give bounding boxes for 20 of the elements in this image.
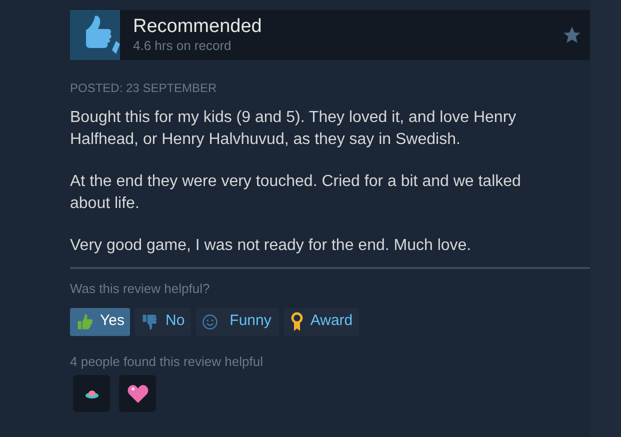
smiley-icon (202, 314, 218, 330)
review-paragraph: At the end they were very touched. Cried for a bit and we talked about life. (70, 172, 522, 214)
review-verdict: Recommended (133, 16, 263, 38)
review-paragraph: Bought this for my kids (9 and 5). They loved it, and love Henry Halfhead, or Henry Halvhuvud, as they say in Swedish. (70, 108, 518, 150)
saucer-award-icon (84, 388, 98, 398)
funny-button[interactable]: Funny (196, 308, 280, 336)
heart-award-icon (126, 384, 148, 404)
review-paragraph: Very good game, I was not ready for the end. Much love. (70, 236, 472, 256)
no-button[interactable]: No (135, 308, 191, 336)
award-button[interactable]: Award (284, 308, 359, 336)
thumbs-down-icon (141, 312, 160, 330)
hours-on-record: 4.6 hrs on record (133, 38, 232, 54)
thumbs-up-icon (76, 312, 94, 330)
posted-date: POSTED: 23 SEPTEMBER (70, 80, 218, 97)
thumbs-up-icon (70, 10, 120, 60)
star-icon[interactable] (562, 25, 582, 45)
award-ribbon-icon (290, 312, 304, 332)
helpful-question: Was this review helpful? (70, 280, 211, 298)
helpful-count: 4 people found this review helpful (70, 352, 264, 371)
yes-button[interactable]: Yes (70, 308, 130, 336)
